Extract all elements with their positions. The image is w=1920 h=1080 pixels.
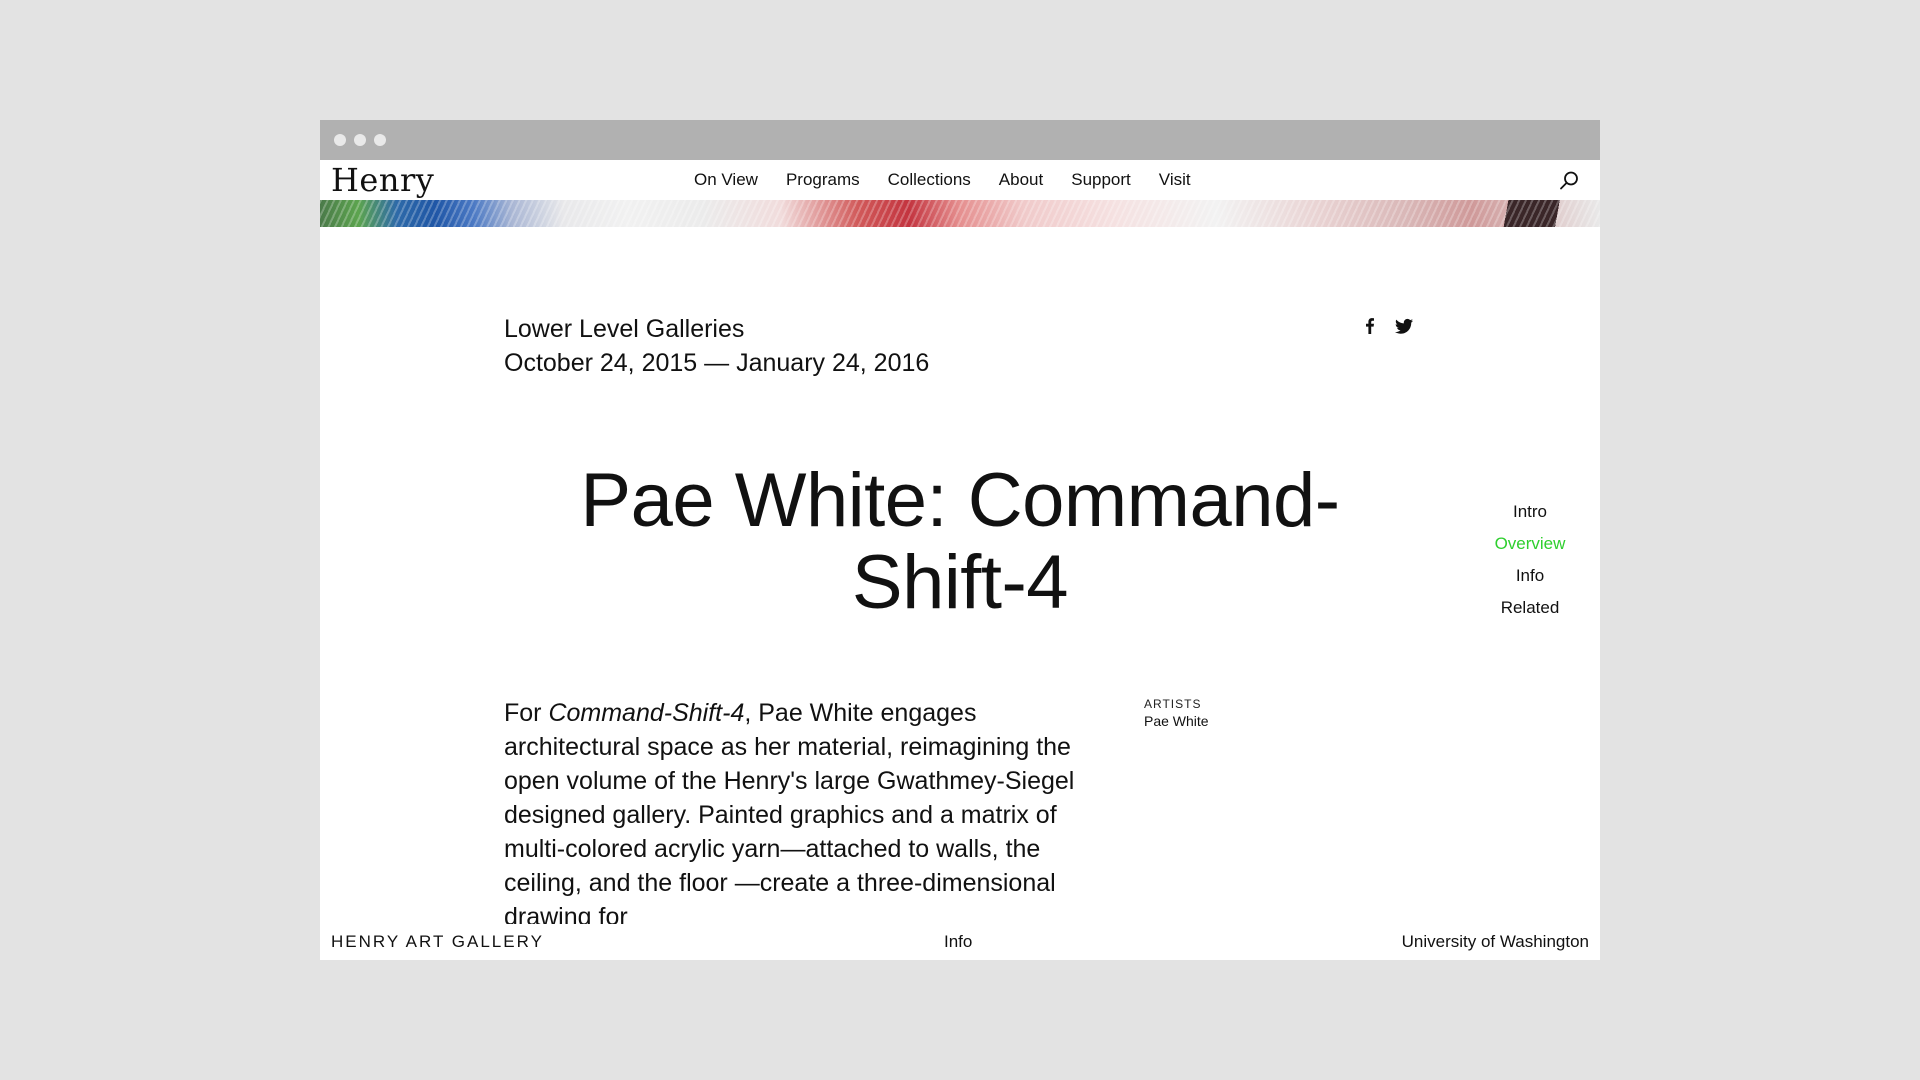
exhibition-location: Lower Level Galleries: [504, 315, 745, 343]
yarn-banner-image: [320, 200, 1600, 227]
site-header: Henry On View Programs Collections About…: [320, 160, 1600, 200]
nav-item-support[interactable]: Support: [1071, 170, 1131, 190]
description-prefix: For: [504, 699, 549, 727]
social-share: [1360, 316, 1428, 336]
nav-item-about[interactable]: About: [999, 170, 1043, 190]
description-rest: , Pae White engages architectural space …: [504, 699, 1075, 924]
exhibition-meta: Lower Level Galleries October 24, 2015 —…: [504, 312, 929, 380]
artist-link[interactable]: Pae White: [1144, 712, 1209, 730]
section-nav-overview[interactable]: Overview: [1460, 528, 1600, 560]
exhibition-title-line2: Shift-4: [851, 540, 1069, 625]
nav-item-visit[interactable]: Visit: [1159, 170, 1191, 190]
window-minimize-dot[interactable]: [354, 134, 366, 146]
exhibition-title: Pae White: Command- Shift-4: [480, 460, 1440, 624]
facebook-icon[interactable]: [1360, 316, 1380, 336]
window-titlebar: [320, 120, 1600, 160]
section-nav-intro[interactable]: Intro: [1460, 496, 1600, 528]
exhibition-description: For Command-Shift-4, Pae White engages a…: [504, 696, 1094, 924]
footer-university-link[interactable]: University of Washington: [1402, 932, 1589, 952]
site-footer: HENRY ART GALLERY Info University of Was…: [320, 924, 1600, 960]
window-close-dot[interactable]: [334, 134, 346, 146]
footer-info-link[interactable]: Info: [944, 932, 972, 952]
nav-item-programs[interactable]: Programs: [786, 170, 860, 190]
artists-label: ARTISTS: [1144, 697, 1202, 711]
main-nav: On View Programs Collections About Suppo…: [694, 160, 1219, 200]
twitter-icon[interactable]: [1394, 316, 1414, 336]
browser-window: Henry On View Programs Collections About…: [320, 120, 1600, 960]
search-icon[interactable]: [1558, 170, 1580, 192]
nav-item-on-view[interactable]: On View: [694, 170, 758, 190]
nav-item-collections[interactable]: Collections: [888, 170, 971, 190]
section-nav-info[interactable]: Info: [1460, 560, 1600, 592]
window-maximize-dot[interactable]: [374, 134, 386, 146]
exhibition-dates: October 24, 2015 — January 24, 2016: [504, 349, 930, 377]
exhibition-title-line1: Pae White: Command-: [580, 458, 1340, 543]
footer-gallery-name[interactable]: HENRY ART GALLERY: [331, 932, 544, 952]
description-italic-title: Command-Shift-4: [548, 699, 745, 727]
section-nav: Intro Overview Info Related: [1460, 496, 1600, 624]
section-nav-related[interactable]: Related: [1460, 592, 1600, 624]
artists-block: ARTISTS Pae White: [1144, 696, 1209, 730]
henry-logo[interactable]: Henry: [331, 160, 434, 200]
